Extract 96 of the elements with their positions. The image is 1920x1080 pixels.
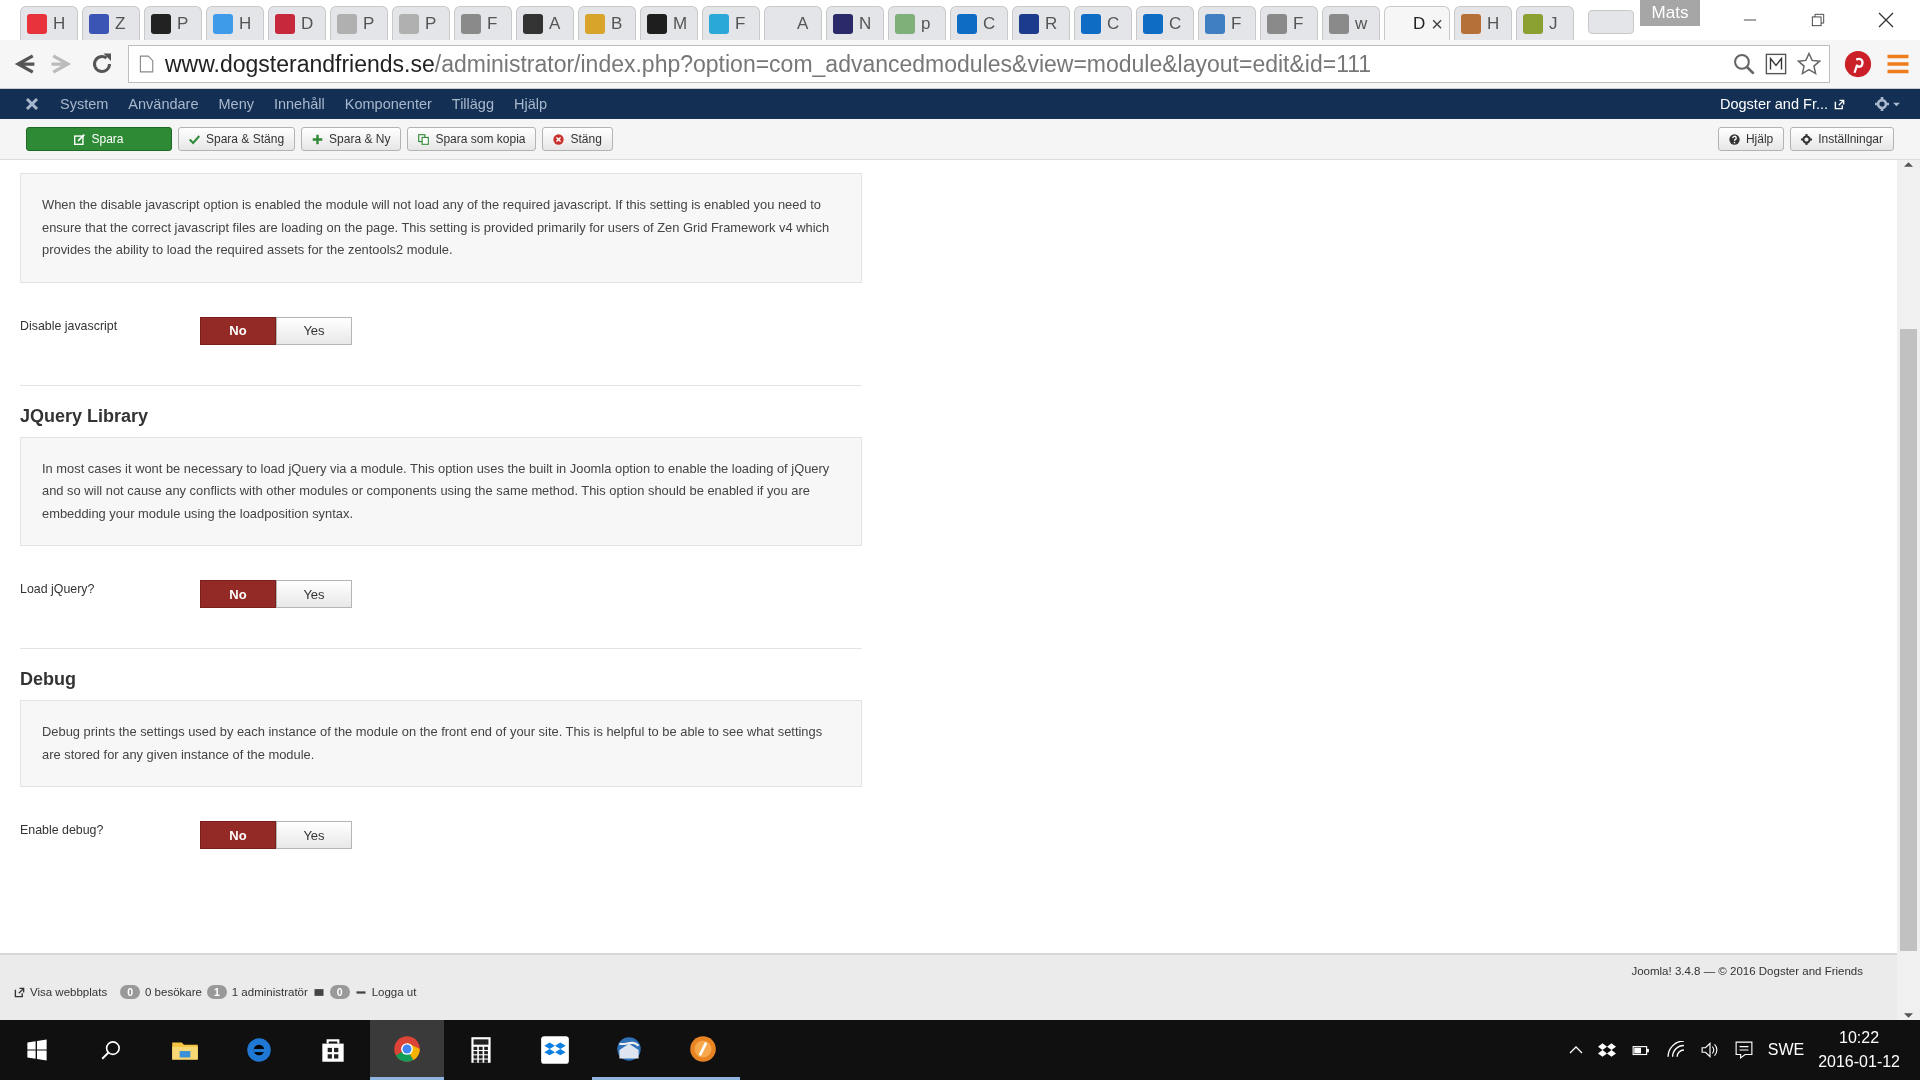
external-link-icon xyxy=(14,986,25,998)
browser-tab[interactable]: p xyxy=(888,6,946,40)
browser-tab[interactable]: C xyxy=(950,6,1008,40)
browser-tab[interactable]: F xyxy=(454,6,512,40)
admin-count: 1 xyxy=(206,985,227,999)
caret-icon xyxy=(1893,100,1900,108)
bookmark-star-icon xyxy=(1797,52,1821,76)
message-count: 0 xyxy=(329,985,350,999)
menu-icon xyxy=(1886,52,1910,76)
description-panel: In most cases it wont be necessary to load jQuery via a module. This option uses the built in Joomla option to enable the loading of jQuery and so will not cause any conflicts with other modules or components using the same method. This option should be enabled if you are embedding your module using the loadposition syntax. xyxy=(20,436,862,546)
settings-icon xyxy=(1801,133,1813,145)
browser-tab[interactable]: P xyxy=(392,6,450,40)
close-icon xyxy=(1878,12,1894,28)
section-heading: Debug xyxy=(20,669,77,690)
browser-tab[interactable]: A xyxy=(764,6,822,40)
toggle-option[interactable]: Yes xyxy=(276,316,352,345)
view-site-link[interactable]: Visa webbplats xyxy=(30,986,108,998)
logout-link[interactable]: Logga ut xyxy=(371,986,417,998)
clock-date[interactable]: 2016-01-12 xyxy=(1818,1050,1900,1074)
admin-menu-item[interactable]: Hjälp xyxy=(514,96,548,112)
settings-icon xyxy=(1875,97,1889,111)
browser-tab[interactable]: Z xyxy=(82,6,140,40)
field-label: Load jQuery? xyxy=(20,581,96,596)
admin-menu-item[interactable]: Meny xyxy=(218,96,254,112)
toggle-option[interactable]: Yes xyxy=(276,580,352,608)
browser-tab[interactable]: C xyxy=(1136,6,1194,40)
browser-tab[interactable]: D xyxy=(268,6,326,40)
admin-menu-item[interactable]: Innehåll xyxy=(273,96,325,112)
browser-tab[interactable]: F xyxy=(1198,6,1256,40)
admin-menu-item[interactable]: Komponenter xyxy=(344,96,432,112)
language-indicator[interactable]: SWE xyxy=(1767,1041,1805,1059)
browser-tab[interactable]: J xyxy=(1516,6,1574,40)
page-icon xyxy=(137,53,155,75)
dropbox-icon xyxy=(539,1034,571,1066)
toolbar-button[interactable]: Spara xyxy=(26,127,172,151)
wifi-icon xyxy=(1665,1041,1686,1059)
plus-icon xyxy=(312,133,324,145)
visitors-text: 0 besökare xyxy=(145,986,202,998)
copyright-text: Joomla! 3.4.8 — © 2016 Dogster and Friends xyxy=(1631,965,1863,977)
browser-tab[interactable]: H xyxy=(20,6,78,40)
cancel-icon xyxy=(553,133,565,145)
search-icon xyxy=(1733,53,1755,75)
admin-menu-item[interactable]: Tillägg xyxy=(451,96,494,112)
site-link[interactable]: Dogster and Fr... xyxy=(1720,96,1828,112)
toolbar-button[interactable]: Spara & Stäng xyxy=(178,127,296,151)
field-label: Disable javascript xyxy=(20,317,119,333)
copy-icon xyxy=(418,133,430,145)
windows-logo-icon xyxy=(26,1039,48,1061)
clock-time[interactable]: 10:22 xyxy=(1839,1026,1880,1050)
extension-m-icon xyxy=(1765,53,1787,75)
browser-tab[interactable]: M xyxy=(640,6,698,40)
admin-menu-item[interactable]: Användare xyxy=(128,96,199,112)
toolbar-button[interactable]: Hjälp xyxy=(1717,127,1785,151)
search-icon xyxy=(101,1040,121,1060)
browser-tab[interactable]: N xyxy=(826,6,884,40)
toolbar-button[interactable]: Inställningar xyxy=(1790,127,1894,151)
toggle-option[interactable]: Yes xyxy=(276,821,352,849)
browser-tab[interactable]: w xyxy=(1322,6,1380,40)
browser-tab[interactable]: F xyxy=(702,6,760,40)
scrollbar[interactable] xyxy=(1897,160,1920,1020)
admins-text: 1 administratör xyxy=(231,986,308,998)
browser-tab[interactable]: C xyxy=(1074,6,1132,40)
toolbar-button[interactable]: Spara som kopia xyxy=(407,127,537,151)
toggle-option[interactable]: No xyxy=(200,821,276,849)
description-panel: Debug prints the settings used by each instance of the module on the front end of your site. This is helpful to be able to see what settings are stored for any given instance of the module. xyxy=(20,700,862,787)
toolbar-button[interactable]: Stäng xyxy=(542,127,613,151)
address-bar[interactable]: www.dogsterandfriends.se/administrator/index.php?option=com_advancedmodules&view=module&layout=edit&id=111 xyxy=(128,45,1830,83)
browser-tab[interactable]: P xyxy=(144,6,202,40)
section-heading: JQuery Library xyxy=(20,405,150,427)
browser-tab[interactable]: R xyxy=(1012,6,1070,40)
browser-tab[interactable]: H xyxy=(1454,6,1512,40)
browser-tab[interactable]: D × xyxy=(1384,6,1450,40)
admin-menu-item[interactable]: System xyxy=(60,96,109,112)
reload-icon xyxy=(90,52,114,76)
speaker-icon xyxy=(1699,1041,1720,1059)
field-label: Enable debug? xyxy=(20,822,105,837)
browser-tab[interactable]: A xyxy=(516,6,574,40)
check-icon xyxy=(189,133,200,145)
visitor-count: 0 xyxy=(120,985,140,999)
help-icon xyxy=(1728,133,1740,145)
browser-tab[interactable]: F xyxy=(1260,6,1318,40)
close-tab-button[interactable]: × xyxy=(1431,13,1443,34)
toggle-option[interactable]: No xyxy=(200,580,276,608)
edit-icon xyxy=(74,133,86,145)
description-panel: When the disable javascript option is enabled the module will not load any of the required javascript. If this setting is enabled you need to ensure that the correct javascript files are loading on the page. This setting is provided primarily for users of Zen Grid Framework v4 which provides the ability to load the required assets for the zentools2 module. xyxy=(20,173,862,283)
dropbox-tray-icon xyxy=(1597,1041,1616,1059)
settings-dropdown[interactable] xyxy=(1875,97,1900,111)
browser-tab[interactable]: P xyxy=(330,6,388,40)
browser-tab[interactable]: B xyxy=(578,6,636,40)
browser-tab[interactable]: H xyxy=(206,6,264,40)
toolbar-button[interactable]: Spara & Ny xyxy=(301,127,402,151)
notification-icon xyxy=(1733,1041,1754,1059)
external-link-icon xyxy=(1834,98,1845,110)
restore-icon xyxy=(1811,13,1825,27)
taskbar-app[interactable] xyxy=(370,1020,444,1080)
toggle-option[interactable]: No xyxy=(200,316,276,345)
